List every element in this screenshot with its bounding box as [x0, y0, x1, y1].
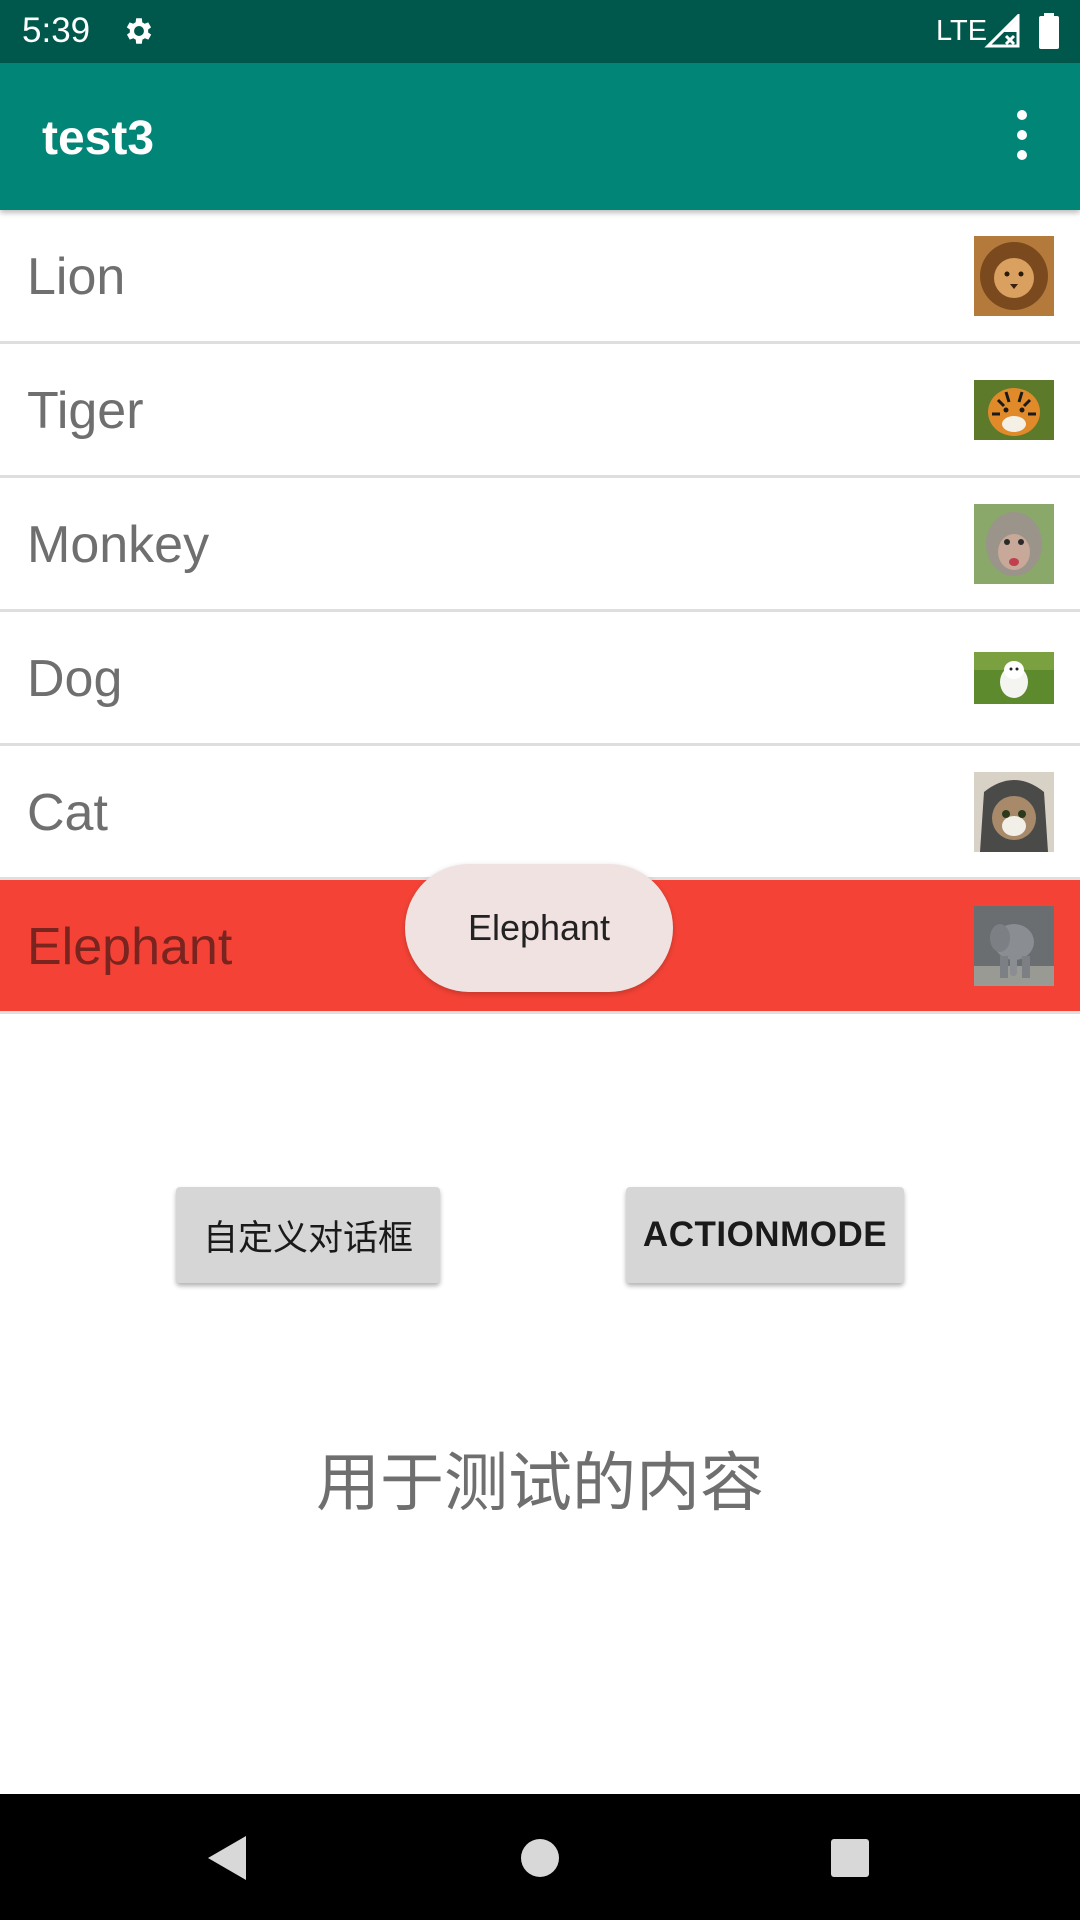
cat-image	[974, 771, 1054, 852]
overflow-menu-icon[interactable]	[1006, 103, 1038, 167]
app-title: test3	[42, 112, 155, 165]
home-icon[interactable]	[520, 1838, 560, 1878]
elephant-image	[974, 905, 1054, 986]
list-item-label: Dog	[27, 650, 123, 708]
list-item-label: Elephant	[27, 918, 233, 976]
status-bar: 5:39 LTE	[0, 0, 1080, 63]
list-item-dog[interactable]: Dog	[0, 612, 1080, 746]
navigation-bar	[0, 1794, 1080, 1920]
app-bar: test3	[0, 63, 1080, 210]
lion-image	[974, 235, 1054, 316]
gear-icon	[126, 18, 152, 44]
list-item-lion[interactable]: Lion	[0, 210, 1080, 344]
list-item-label: Cat	[27, 784, 108, 842]
recents-icon[interactable]	[830, 1838, 870, 1878]
network-type: LTE	[936, 15, 988, 47]
list-item-cat[interactable]: Cat	[0, 746, 1080, 880]
list-item-monkey[interactable]: Monkey	[0, 478, 1080, 612]
signal-icon	[984, 14, 1020, 48]
monkey-image	[974, 503, 1054, 584]
list-item-label: Lion	[27, 248, 126, 306]
toast-message: Elephant	[405, 864, 673, 992]
actionmode-button[interactable]: ACTIONMODE	[626, 1187, 904, 1283]
dog-image	[974, 651, 1054, 704]
test-content-text: 用于测试的内容	[316, 1447, 764, 1521]
back-icon[interactable]	[204, 1834, 248, 1882]
status-time: 5:39	[22, 11, 91, 50]
list-item-label: Tiger	[27, 382, 144, 440]
list-item-label: Monkey	[27, 516, 210, 574]
custom-dialog-button[interactable]: 自定义对话框	[176, 1187, 440, 1283]
list-item-tiger[interactable]: Tiger	[0, 344, 1080, 478]
battery-icon	[1039, 13, 1059, 49]
tiger-image	[974, 379, 1054, 440]
